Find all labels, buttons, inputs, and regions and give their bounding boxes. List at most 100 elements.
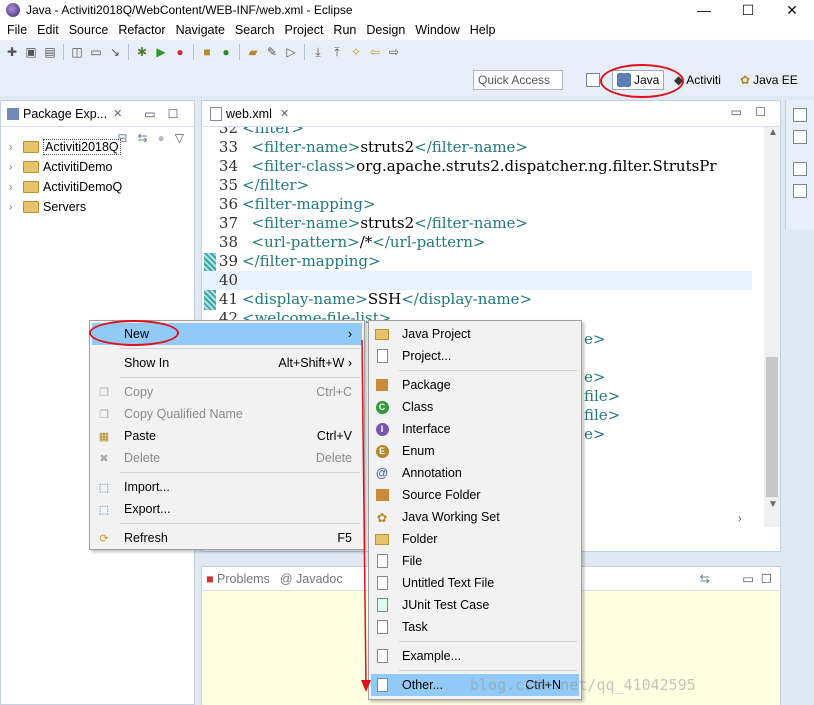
close-icon[interactable]: ✕: [280, 107, 289, 120]
minimize-view-icon[interactable]: ▭: [742, 571, 754, 586]
scroll-right-icon[interactable]: ›: [738, 513, 742, 525]
menu-source[interactable]: Source: [64, 23, 114, 37]
maximize-view-icon[interactable]: ☐: [168, 107, 179, 121]
quick-access-input[interactable]: Quick Access: [473, 70, 563, 90]
menu-separator: [399, 670, 577, 671]
new-icon[interactable]: ✚: [4, 44, 20, 60]
vertical-scrollbar[interactable]: ▲ ▼: [764, 127, 780, 527]
menu-item-copy[interactable]: ❐ Copy Ctrl+C: [92, 381, 362, 403]
menu-run[interactable]: Run: [328, 23, 361, 37]
previous-annotation-icon[interactable]: ⤒: [329, 44, 345, 60]
perspective-activiti[interactable]: ◆ Activiti: [674, 70, 721, 90]
submenu-item-source-folder[interactable]: Source Folder: [371, 484, 579, 506]
project-servers[interactable]: › Servers: [1, 197, 194, 217]
view-menu-icon[interactable]: ▽: [175, 131, 184, 145]
menu-file[interactable]: File: [2, 23, 32, 37]
menu-item-delete[interactable]: ✖ Delete Delete: [92, 447, 362, 469]
scrollbar-thumb[interactable]: [766, 357, 778, 497]
close-icon[interactable]: ✕: [113, 107, 122, 120]
scroll-down-icon[interactable]: ▼: [768, 499, 778, 510]
project-activitidemoq[interactable]: › ActivitiDemoQ: [1, 177, 194, 197]
perspective-java-ee[interactable]: ✿ Java EE: [740, 70, 798, 90]
submenu-item-java-working-set[interactable]: ✿ Java Working Set: [371, 506, 579, 528]
tab-problems[interactable]: ■ Problems: [206, 572, 270, 586]
submenu-item-project[interactable]: Project...: [371, 345, 579, 367]
task-list-icon[interactable]: [793, 130, 807, 144]
restore-view-icon[interactable]: [793, 162, 807, 176]
menu-window[interactable]: Window: [410, 23, 464, 37]
minimize-button[interactable]: —: [682, 0, 726, 20]
focus-active-task-icon[interactable]: ●: [158, 131, 165, 145]
save-all-icon[interactable]: ▤: [42, 44, 58, 60]
submenu-item-example[interactable]: Example...: [371, 645, 579, 667]
menu-refactor[interactable]: Refactor: [113, 23, 170, 37]
editor-tab-web-xml[interactable]: web.xml ✕: [202, 101, 297, 127]
submenu-item-package[interactable]: Package: [371, 374, 579, 396]
project-activiti2018q[interactable]: › Activiti2018Q: [1, 137, 194, 157]
maximize-view-icon[interactable]: ☐: [761, 571, 772, 586]
submenu-item-task[interactable]: Task: [371, 616, 579, 638]
perspective-java[interactable]: Java: [612, 70, 665, 90]
code-fragment: e>: [584, 330, 606, 348]
pin-icon[interactable]: ↘: [107, 44, 123, 60]
run-icon[interactable]: ▶: [153, 44, 169, 60]
menu-edit[interactable]: Edit: [32, 23, 64, 37]
debug-icon[interactable]: ✱: [134, 44, 150, 60]
back-icon[interactable]: ⇦: [367, 44, 383, 60]
last-edit-icon[interactable]: ✧: [348, 44, 364, 60]
project-activitidemo[interactable]: › ActivitiDemo: [1, 157, 194, 177]
maximize-button[interactable]: ☐: [726, 0, 770, 20]
scroll-up-icon[interactable]: ▲: [768, 127, 778, 138]
interface-icon: I: [374, 421, 390, 437]
menu-item-new[interactable]: New ›: [92, 323, 362, 345]
maximize-view-icon[interactable]: ☐: [755, 105, 766, 119]
open-type-icon[interactable]: ▰: [245, 44, 261, 60]
menu-help[interactable]: Help: [465, 23, 501, 37]
package-explorer-title[interactable]: Package Exp...: [23, 107, 107, 121]
hierarchy-view-icon[interactable]: [793, 184, 807, 198]
new-java-project-icon[interactable]: ■: [199, 44, 215, 60]
chevron-right-icon[interactable]: ›: [9, 142, 19, 153]
menu-design[interactable]: Design: [361, 23, 410, 37]
forward-icon[interactable]: ⇨: [386, 44, 402, 60]
submenu-item-untitled-text-file[interactable]: Untitled Text File: [371, 572, 579, 594]
toolbar-separator: [63, 44, 64, 60]
build-icon[interactable]: ◫: [69, 44, 85, 60]
menu-item-refresh[interactable]: ⟳ Refresh F5: [92, 527, 362, 549]
project-icon: [23, 141, 39, 153]
close-button[interactable]: ✕: [770, 0, 814, 20]
external-tools-icon[interactable]: ●: [172, 44, 188, 60]
link-editor-icon[interactable]: ⇆: [137, 131, 147, 145]
menu-project[interactable]: Project: [280, 23, 329, 37]
chevron-right-icon[interactable]: ›: [9, 182, 19, 193]
outline-view-icon[interactable]: [793, 108, 807, 122]
minimize-view-icon[interactable]: ▭: [731, 105, 742, 119]
save-icon[interactable]: ▣: [23, 44, 39, 60]
menu-item-paste[interactable]: ▦ Paste Ctrl+V: [92, 425, 362, 447]
menu-item-import[interactable]: ⬚ Import...: [92, 476, 362, 498]
open-task-icon[interactable]: ▷: [283, 44, 299, 60]
submenu-item-java-project[interactable]: Java Project: [371, 323, 579, 345]
chevron-right-icon[interactable]: ›: [9, 162, 19, 173]
menu-item-copy-qualified-name[interactable]: ❐ Copy Qualified Name: [92, 403, 362, 425]
open-perspective-button[interactable]: [586, 70, 600, 90]
menu-navigate[interactable]: Navigate: [171, 23, 230, 37]
tab-javadoc[interactable]: @ Javadoc: [280, 572, 343, 586]
menu-item-show-in[interactable]: Show In Alt+Shift+W ›: [92, 352, 362, 374]
submenu-item-class[interactable]: C Class: [371, 396, 579, 418]
link-editor-icon[interactable]: ⇆: [700, 571, 710, 586]
search-icon[interactable]: ✎: [264, 44, 280, 60]
submenu-item-enum[interactable]: E Enum: [371, 440, 579, 462]
submenu-item-junit-test-case[interactable]: JUnit Test Case: [371, 594, 579, 616]
terminal-icon[interactable]: ▭: [88, 44, 104, 60]
submenu-item-interface[interactable]: I Interface: [371, 418, 579, 440]
submenu-item-file[interactable]: File: [371, 550, 579, 572]
submenu-item-folder[interactable]: Folder: [371, 528, 579, 550]
minimize-view-icon[interactable]: ▭: [144, 107, 155, 121]
submenu-item-annotation[interactable]: @ Annotation: [371, 462, 579, 484]
menu-search[interactable]: Search: [230, 23, 280, 37]
new-class-icon[interactable]: ●: [218, 44, 234, 60]
menu-item-export[interactable]: ⬚ Export...: [92, 498, 362, 520]
next-annotation-icon[interactable]: ⤓: [310, 44, 326, 60]
chevron-right-icon[interactable]: ›: [9, 202, 19, 213]
